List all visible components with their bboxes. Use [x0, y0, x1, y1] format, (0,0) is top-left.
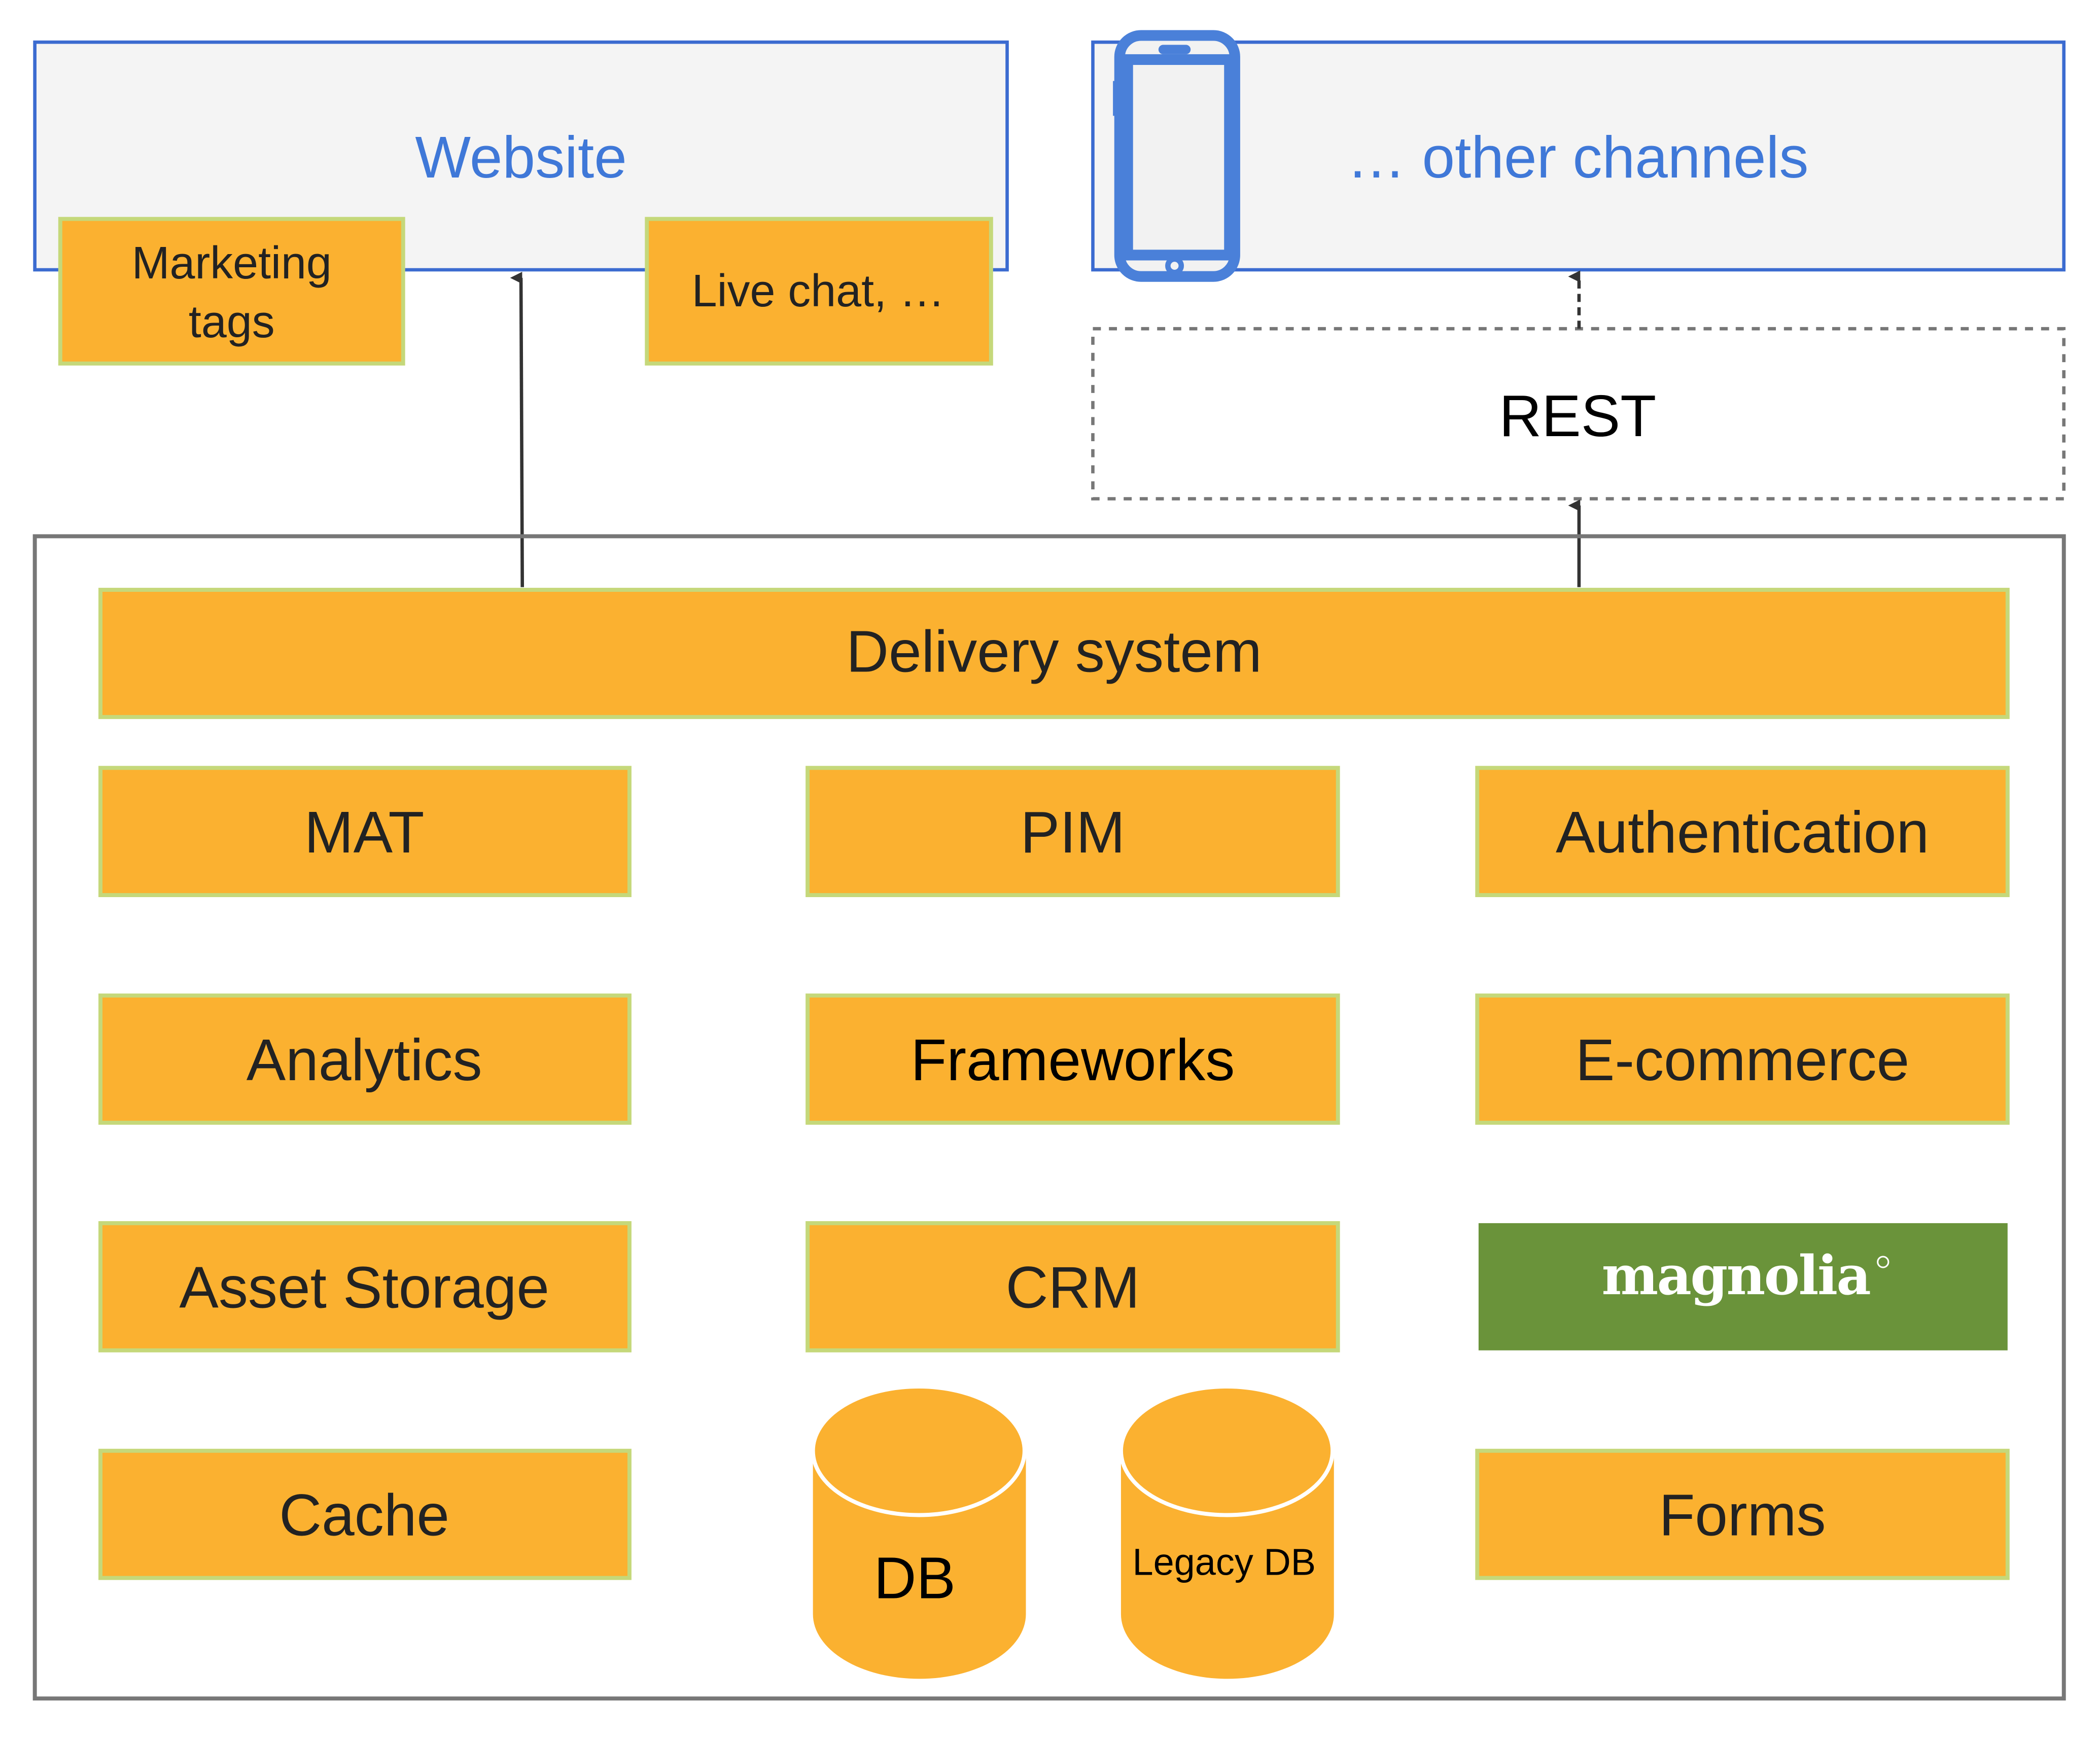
- smartphone-icon: [1113, 30, 1240, 282]
- live-chat-box: Live chat, …: [645, 217, 993, 366]
- analytics-box: Analytics: [98, 993, 632, 1125]
- rest-layer: REST: [1091, 327, 2066, 501]
- legacy-db-cylinder: Legacy DB: [1118, 1384, 1335, 1679]
- rest-label: REST: [1499, 383, 1656, 449]
- legacy-db-label: Legacy DB: [1132, 1541, 1316, 1583]
- live-chat-label: Live chat, …: [692, 266, 945, 316]
- cache-box: Cache: [98, 1448, 632, 1580]
- frameworks-label: Frameworks: [911, 1027, 1235, 1093]
- crm-label: CRM: [1006, 1255, 1140, 1321]
- pim-box: PIM: [806, 766, 1340, 897]
- crm-box: CRM: [806, 1221, 1340, 1353]
- analytics-label: Analytics: [247, 1027, 482, 1093]
- forms-box: Forms: [1475, 1448, 2010, 1580]
- asset-storage-box: Asset Storage: [98, 1221, 632, 1353]
- mat-label: MAT: [304, 799, 425, 865]
- asset-storage-label: Asset Storage: [179, 1255, 549, 1321]
- cache-label: Cache: [279, 1482, 449, 1548]
- arrow-to-website: [510, 271, 524, 587]
- marketing-tags-box: Marketing tags: [58, 217, 405, 366]
- authentication-box: Authentication: [1475, 766, 2010, 897]
- marketing-tags-label-2: tags: [189, 297, 275, 347]
- db-cylinder: DB: [811, 1384, 1027, 1679]
- delivery-system-label: Delivery system: [846, 618, 1262, 684]
- marketing-tags-label-1: Marketing: [132, 238, 332, 289]
- magnolia-logo-text: magnolia: [1601, 1244, 1870, 1307]
- pim-label: PIM: [1021, 799, 1126, 865]
- delivery-system: Delivery system: [98, 588, 2010, 719]
- architecture-diagram: .comp{fill:#fbb130;stroke:#c5d87a;stroke…: [32, 30, 2066, 1701]
- mat-box: MAT: [98, 766, 632, 897]
- ecommerce-box: E-commerce: [1475, 993, 2010, 1125]
- website-label: Website: [415, 124, 627, 190]
- forms-label: Forms: [1659, 1482, 1826, 1548]
- frameworks-box: Frameworks: [806, 993, 1340, 1125]
- other-channels-label: … other channels: [1347, 124, 1808, 190]
- authentication-label: Authentication: [1556, 799, 1929, 865]
- magnolia-logo: magnolia: [1478, 1223, 2008, 1350]
- ecommerce-label: E-commerce: [1576, 1027, 1909, 1093]
- db-label: DB: [874, 1545, 956, 1611]
